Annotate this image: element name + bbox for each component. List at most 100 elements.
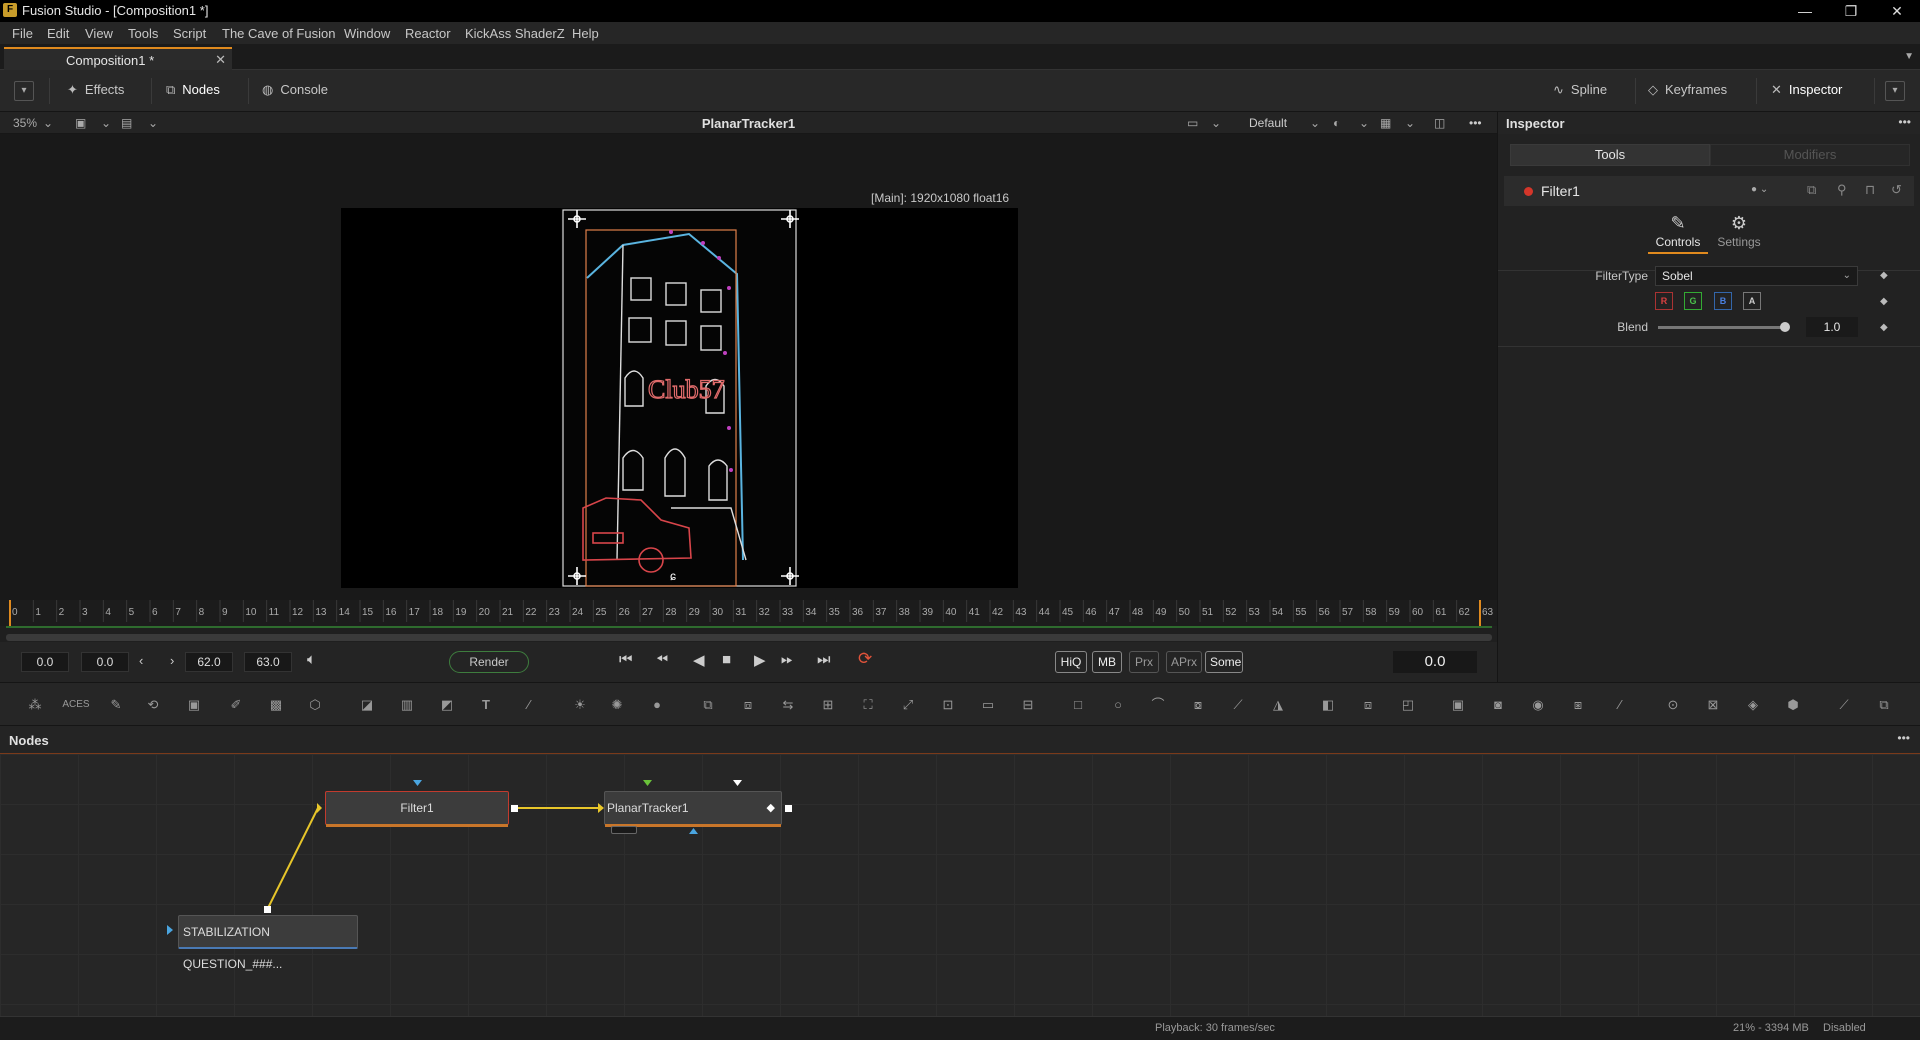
shape-tool-icon[interactable]: ⬡ — [305, 696, 325, 714]
mb-toggle[interactable]: MB — [1092, 651, 1122, 673]
blend-slider[interactable] — [1658, 322, 1790, 332]
rectangle-mask-icon[interactable]: □ — [1068, 696, 1088, 714]
version-dot-icon[interactable]: ● ⌄ — [1751, 184, 1768, 195]
aprx-toggle[interactable]: APrx — [1166, 651, 1202, 673]
console-button[interactable]: ◍ Console — [262, 82, 328, 98]
grid-icon[interactable]: ▦ — [1380, 116, 1391, 130]
menu-script[interactable]: Script — [173, 26, 206, 41]
menu-file[interactable]: File — [12, 26, 33, 41]
nodes-button[interactable]: ⧉ Nodes — [166, 82, 220, 98]
dissolve-tool-icon[interactable]: ⊞ — [818, 696, 838, 714]
menu-cave-of-fusion[interactable]: The Cave of Fusion — [222, 26, 335, 41]
background-tool-icon[interactable]: ◪ — [357, 696, 377, 714]
mask-tool-icon[interactable]: ✐ — [226, 696, 246, 714]
menu-kickass-shaderz[interactable]: KickAss ShaderZ — [465, 26, 565, 41]
camera-tool-icon[interactable]: ▣ — [184, 696, 204, 714]
reset-icon[interactable]: ↺ — [1891, 182, 1902, 198]
play-icon[interactable]: ▶ — [754, 651, 766, 669]
time-ruler[interactable]: 0 1 2 3 4 5 6 7 8 9 10 11 12 13 14 15 16 17 18 19 20 21 22 23 24… — [0, 600, 1497, 626]
global-end-field[interactable]: 63.0 — [244, 652, 292, 672]
custom-tool-icon[interactable]: ⟋ — [1834, 696, 1854, 714]
paint-mask-icon[interactable]: ⟋ — [1228, 696, 1248, 714]
rewind-icon[interactable]: ⏪︎ — [656, 651, 668, 668]
timeline-scrollbar[interactable] — [6, 634, 1492, 641]
composition-tab[interactable]: Composition1 * ✕ — [4, 47, 232, 70]
global-start-field[interactable]: 0.0 — [21, 652, 69, 672]
matte-control-icon[interactable]: ⇆ — [778, 696, 798, 714]
subtab-controls[interactable]: ✎ Controls — [1648, 213, 1708, 254]
viewer[interactable]: [Main]: 1920x1080 float16 Club57 ɕ 0 1 2… — [0, 134, 1497, 641]
lock-icon[interactable]: ⊓ — [1865, 182, 1875, 198]
keyframes-button[interactable]: ◇ Keyframes — [1648, 82, 1727, 98]
inspector-button[interactable]: ✕ Inspector — [1771, 82, 1842, 98]
paint-tool-icon[interactable]: ✎ — [106, 696, 126, 714]
filter1-node[interactable]: Filter1 — [325, 791, 509, 827]
maximize-button[interactable]: ❐ — [1828, 0, 1874, 22]
close-window-button[interactable]: ✕ — [1874, 0, 1920, 22]
renderer-3d-icon[interactable]: ⧆ — [1568, 696, 1588, 714]
channel-r-toggle[interactable]: R — [1655, 292, 1673, 310]
transform-3d-icon[interactable]: ⟲ — [143, 696, 163, 714]
menu-help[interactable]: Help — [572, 26, 599, 41]
node-graph[interactable]: Filter1 PlanarTracker1 ◆ STABILIZATION Q… — [0, 754, 1920, 1016]
light-3d-icon[interactable]: ◉ — [1528, 696, 1548, 714]
loop-icon[interactable]: ⟳ — [858, 649, 872, 669]
blend-keyframe-icon[interactable]: ◆ — [1880, 322, 1888, 333]
panel-toggle-button[interactable]: ▾ — [14, 81, 34, 101]
loader-tool-icon[interactable]: ▩ — [266, 696, 286, 714]
channel-booleans-icon[interactable]: ⧈ — [738, 696, 758, 714]
tool-header-row[interactable]: Filter1 ● ⌄ ⧉ ⚲ ⊓ ↺ — [1504, 176, 1914, 206]
tool-color-dot[interactable] — [1524, 187, 1533, 196]
some-toggle[interactable]: Some — [1205, 651, 1243, 673]
spline-button[interactable]: ∿ Spline — [1553, 82, 1607, 98]
particles-tool-icon[interactable]: ⁂ — [25, 696, 45, 714]
prx-toggle[interactable]: Prx — [1129, 651, 1159, 673]
grid-warp-icon[interactable]: ⊟ — [1018, 696, 1038, 714]
channels-keyframe-icon[interactable]: ◆ — [1880, 296, 1888, 307]
lut-chevron-icon[interactable]: ⌄ — [1310, 116, 1320, 130]
step-back-icon[interactable]: ‹ — [139, 653, 143, 668]
inspector-more-icon[interactable]: ••• — [1898, 115, 1911, 129]
subtab-settings[interactable]: ⚙ Settings — [1709, 213, 1769, 249]
text-tool-icon[interactable]: T — [476, 696, 496, 714]
tracker-tool-icon[interactable]: ◧ — [1318, 696, 1338, 714]
menu-reactor[interactable]: Reactor — [405, 26, 451, 41]
blend-slider-knob[interactable] — [1780, 322, 1790, 332]
hiq-toggle[interactable]: HiQ — [1055, 651, 1087, 673]
minimize-button[interactable]: — — [1782, 0, 1828, 22]
channel-g-toggle[interactable]: G — [1684, 292, 1702, 310]
roi-icon[interactable]: ▭ — [1187, 116, 1198, 130]
nodes-more-icon[interactable]: ••• — [1897, 731, 1910, 745]
stereo-chevron-icon[interactable]: ⌄ — [1359, 116, 1369, 130]
blur-tool-icon[interactable]: ● — [647, 696, 667, 714]
tab-tools[interactable]: Tools — [1510, 144, 1710, 166]
play-reverse-icon[interactable]: ◀ — [693, 651, 705, 669]
scale-tool-icon[interactable]: ⊡ — [938, 696, 958, 714]
filter-type-dropdown[interactable]: Sobel ⌄ — [1655, 266, 1858, 286]
go-to-start-icon[interactable]: ⏮︎ — [619, 651, 633, 668]
resize-tool-icon[interactable]: ⤢ — [898, 696, 918, 714]
merge-3d-icon[interactable]: ⊠ — [1703, 696, 1723, 714]
menu-edit[interactable]: Edit — [47, 26, 69, 41]
split-view-icon[interactable]: ◫ — [1434, 116, 1445, 130]
text-3d-icon[interactable]: ⁄ — [1610, 696, 1630, 714]
point-cloud-icon[interactable]: ◈ — [1743, 696, 1763, 714]
ellipse-mask-icon[interactable]: ○ — [1108, 696, 1128, 714]
planar-tracker-icon[interactable]: ⧈ — [1358, 696, 1378, 714]
image-plane-tool-icon[interactable]: ◩ — [437, 696, 457, 714]
stereo-icon[interactable]: ◐ — [1333, 116, 1340, 130]
menu-window[interactable]: Window — [344, 26, 390, 41]
render-start-field[interactable]: 0.0 — [81, 652, 129, 672]
menu-tools[interactable]: Tools — [128, 26, 158, 41]
effects-button[interactable]: ✦ Effects — [67, 82, 124, 98]
viewer-image[interactable]: Club57 ɕ — [341, 208, 1018, 588]
blend-value-field[interactable]: 1.0 — [1806, 317, 1858, 337]
macro-tool-icon[interactable]: ⧉ — [1874, 696, 1894, 714]
corner-positioner-icon[interactable]: ◰ — [1398, 696, 1418, 714]
stop-icon[interactable]: ■ — [722, 651, 731, 668]
polygon-mask-icon[interactable]: ⌒ — [1148, 696, 1168, 714]
fastnoise-tool-icon[interactable]: ▥ — [397, 696, 417, 714]
roi-chevron-icon[interactable]: ⌄ — [1211, 116, 1221, 130]
filter-type-keyframe-icon[interactable]: ◆ — [1880, 270, 1888, 281]
collapse-icon[interactable]: ⧉ — [1807, 182, 1816, 198]
